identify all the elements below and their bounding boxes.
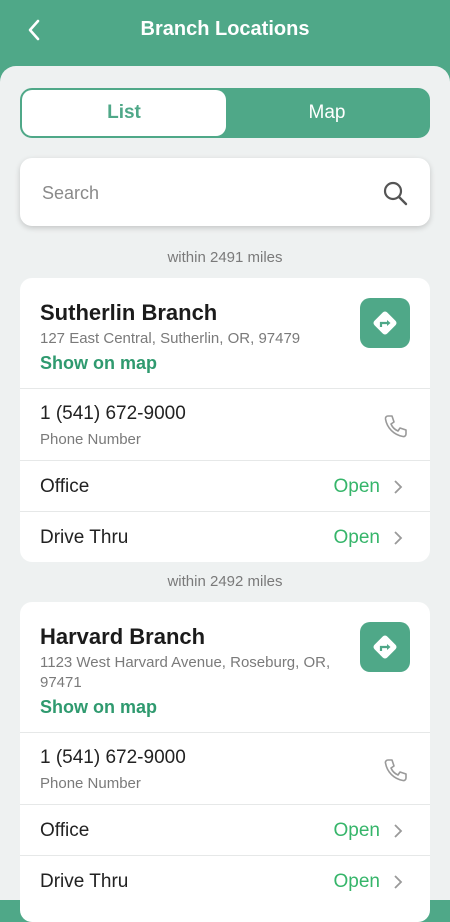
phone-row[interactable]: 1 (541) 672-9000 Phone Number bbox=[20, 732, 430, 805]
content-sheet: List Map within 2491 miles Sutherlin Bra… bbox=[0, 66, 450, 922]
office-label: Office bbox=[40, 476, 90, 497]
search-icon[interactable] bbox=[382, 180, 408, 206]
office-label: Office bbox=[40, 820, 90, 841]
distance-label: within 2492 miles bbox=[167, 573, 283, 590]
chevron-right-icon bbox=[394, 824, 403, 838]
show-on-map-link[interactable]: Show on map bbox=[40, 697, 157, 718]
branch-card: Sutherlin Branch 127 East Central, Suthe… bbox=[20, 278, 430, 562]
branch-name: Sutherlin Branch bbox=[40, 300, 218, 325]
tab-list[interactable]: List bbox=[22, 90, 226, 136]
show-on-map-link[interactable]: Show on map bbox=[40, 353, 157, 374]
drive-thru-status: Open bbox=[333, 871, 380, 892]
phone-number: 1 (541) 672-9000 bbox=[40, 747, 186, 768]
search-input[interactable] bbox=[40, 178, 364, 208]
view-toggle: List Map bbox=[20, 88, 430, 138]
directions-button[interactable] bbox=[360, 622, 410, 672]
tab-map[interactable]: Map bbox=[226, 90, 428, 136]
chevron-right-icon bbox=[394, 875, 403, 889]
branch-address: 127 East Central, Sutherlin, OR, 97479 bbox=[40, 330, 301, 347]
phone-label: Phone Number bbox=[40, 431, 141, 448]
drive-thru-label: Drive Thru bbox=[40, 527, 129, 548]
drive-thru-row[interactable]: Drive Thru Open bbox=[20, 511, 430, 562]
branch-name: Harvard Branch bbox=[40, 624, 206, 649]
branch-address: 1123 West Harvard Avenue, Roseburg, OR, … bbox=[40, 654, 331, 691]
phone-number: 1 (541) 672-9000 bbox=[40, 403, 186, 424]
phone-icon[interactable] bbox=[382, 413, 408, 439]
drive-thru-row[interactable]: Drive Thru Open bbox=[20, 855, 430, 907]
page-title: Branch Locations bbox=[140, 18, 310, 40]
phone-icon[interactable] bbox=[382, 757, 408, 783]
directions-icon bbox=[373, 311, 397, 335]
office-row[interactable]: Office Open bbox=[20, 460, 430, 512]
office-status: Open bbox=[333, 476, 380, 497]
drive-thru-label: Drive Thru bbox=[40, 871, 129, 892]
directions-button[interactable] bbox=[360, 298, 410, 348]
search-box bbox=[20, 158, 430, 226]
chevron-right-icon bbox=[394, 531, 403, 545]
office-status: Open bbox=[333, 820, 380, 841]
chevron-right-icon bbox=[394, 480, 403, 494]
phone-label: Phone Number bbox=[40, 775, 141, 792]
phone-row[interactable]: 1 (541) 672-9000 Phone Number bbox=[20, 388, 430, 461]
office-row[interactable]: Office Open bbox=[20, 804, 430, 856]
branch-card: Harvard Branch 1123 West Harvard Avenue,… bbox=[20, 602, 430, 922]
top-app-bar: Branch Locations bbox=[0, 0, 450, 70]
directions-icon bbox=[373, 635, 397, 659]
distance-label: within 2491 miles bbox=[167, 249, 283, 266]
drive-thru-status: Open bbox=[333, 527, 380, 548]
